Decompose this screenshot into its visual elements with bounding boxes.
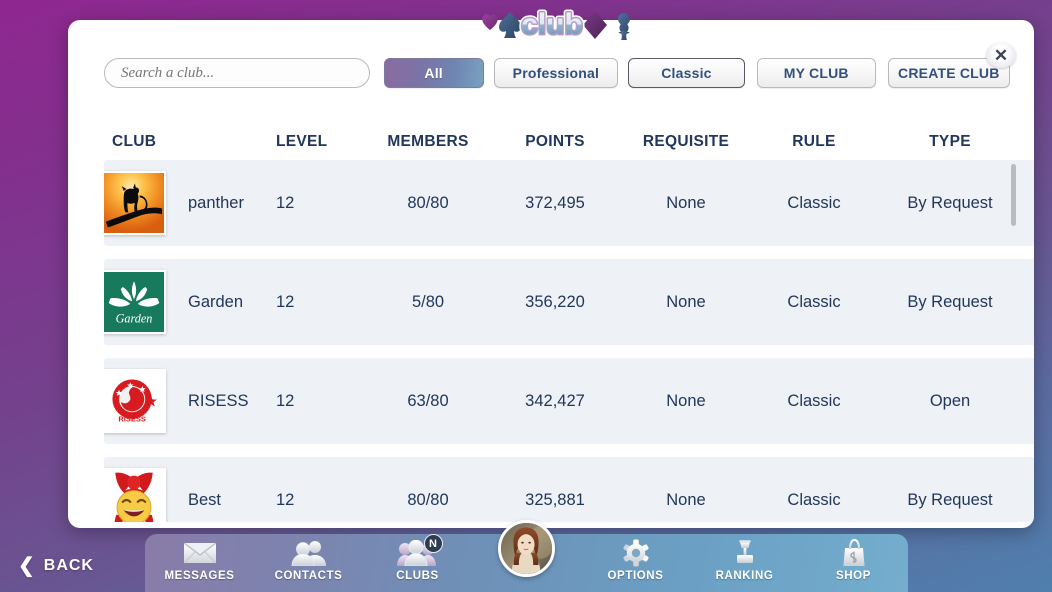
club-name: panther — [188, 193, 244, 212]
chevron-left-icon: ❮ — [18, 555, 35, 577]
club-requisite: None — [666, 292, 706, 311]
jester-logo — [104, 468, 166, 522]
back-button[interactable]: ❮ BACK — [18, 556, 94, 576]
svg-text:RISESS: RISESS — [118, 415, 146, 424]
club-level: 12 — [276, 193, 295, 212]
club-members: 80/80 — [407, 193, 449, 212]
club-name: Best — [188, 490, 222, 509]
nav-item-clubs[interactable]: N CLUBS — [363, 534, 472, 592]
nav-item-ranking[interactable]: RANKING — [690, 534, 799, 592]
column-header-level: LEVEL — [276, 133, 328, 150]
club-rule: Classic — [787, 391, 841, 410]
contacts-icon — [290, 539, 328, 567]
avatar-image — [498, 520, 555, 577]
nav-label-options: OPTIONS — [607, 570, 664, 582]
clubs-badge: N — [423, 534, 443, 553]
club-name: RISESS — [188, 391, 249, 410]
club-list[interactable]: panther 12 80/80 372,495 None Classic By… — [104, 160, 1034, 522]
club-rule: Classic — [787, 193, 841, 212]
club-rule: Classic — [787, 490, 841, 509]
back-button-label: BACK — [43, 557, 94, 574]
nav-label-shop: SHOP — [836, 570, 871, 582]
table-row[interactable]: RISESS RISESS 12 63/80 342,427 None Clas… — [104, 358, 1034, 444]
risess-logo: RISESS — [104, 369, 166, 433]
envelope-icon — [183, 539, 217, 567]
column-header-members: MEMBERS — [387, 133, 469, 150]
club-points: 342,427 — [525, 391, 585, 410]
nav-item-messages[interactable]: MESSAGES — [145, 534, 254, 592]
close-button[interactable]: ✕ — [986, 42, 1016, 68]
column-header-points: POINTS — [525, 133, 585, 150]
club-type: Open — [929, 391, 971, 410]
nav-label-messages: MESSAGES — [164, 570, 235, 582]
club-type: By Request — [907, 490, 993, 509]
filter-tab-all[interactable]: All — [383, 58, 484, 88]
table-row[interactable]: Garden Garden 12 5/80 356,220 None Class… — [104, 259, 1034, 345]
nav-item-contacts[interactable]: CONTACTS — [254, 534, 363, 592]
shop-bag-icon — [841, 539, 867, 567]
trophy-icon — [731, 539, 759, 567]
table-row[interactable]: Best 12 80/80 325,881 None Classic By Re… — [104, 457, 1034, 522]
club-level: 12 — [276, 490, 295, 509]
club-points: 356,220 — [525, 292, 585, 311]
club-members: 5/80 — [411, 292, 445, 311]
filter-tab-professional[interactable]: Professional — [493, 58, 619, 88]
garden-logo: Garden — [104, 270, 166, 334]
column-header-rule: RULE — [792, 133, 836, 150]
club-requisite: None — [666, 490, 706, 509]
column-header-club: CLUB — [112, 133, 157, 150]
my-club-button[interactable]: MY CLUB — [756, 58, 876, 88]
club-members: 80/80 — [407, 490, 449, 509]
gear-icon — [622, 539, 650, 567]
nav-item-shop[interactable]: SHOP — [799, 534, 908, 592]
panther-logo — [104, 171, 166, 235]
club-cell: Garden Garden — [104, 270, 276, 334]
table-row[interactable]: panther 12 80/80 372,495 None Classic By… — [104, 160, 1034, 246]
club-type: By Request — [907, 193, 993, 212]
bottom-navigation-bar: MESSAGES CONTACTS N CLUBS OPTIONS RANKIN… — [145, 520, 908, 592]
table-header: CLUB LEVEL MEMBERS POINTS REQUISITE RULE… — [104, 126, 1034, 158]
clubs-icon: N — [396, 534, 443, 567]
nav-item-options[interactable]: OPTIONS — [581, 534, 690, 592]
club-name: Garden — [188, 292, 244, 311]
club-points: 325,881 — [525, 490, 585, 509]
svg-text:Garden: Garden — [116, 312, 153, 326]
club-cell: Best — [104, 468, 276, 522]
close-icon: ✕ — [993, 45, 1009, 65]
club-cell: RISESS RISESS — [104, 369, 276, 433]
column-header-type: TYPE — [929, 133, 971, 150]
scrollbar-thumb[interactable] — [1011, 164, 1016, 226]
club-toolbar: All Professional Classic MY CLUB CREATE … — [104, 57, 1010, 89]
club-rule: Classic — [787, 292, 841, 311]
nav-label-ranking: RANKING — [715, 570, 774, 582]
filter-tab-classic[interactable]: Classic — [628, 58, 745, 88]
club-dialog: ✕ All Professional Classic MY CLUB CREAT… — [68, 20, 1034, 528]
list-scrollbar[interactable] — [1011, 160, 1016, 522]
avatar[interactable] — [472, 520, 581, 592]
club-cell: panther — [104, 171, 276, 235]
club-requisite: None — [666, 193, 706, 212]
club-requisite: None — [666, 391, 706, 410]
club-type: By Request — [907, 292, 993, 311]
nav-label-clubs: CLUBS — [396, 570, 439, 582]
club-level: 12 — [276, 391, 295, 410]
club-level: 12 — [276, 292, 295, 311]
nav-label-contacts: CONTACTS — [274, 570, 343, 582]
club-points: 372,495 — [525, 193, 585, 212]
club-members: 63/80 — [407, 391, 449, 410]
column-header-requisite: REQUISITE — [642, 133, 730, 150]
search-input[interactable] — [104, 58, 370, 88]
